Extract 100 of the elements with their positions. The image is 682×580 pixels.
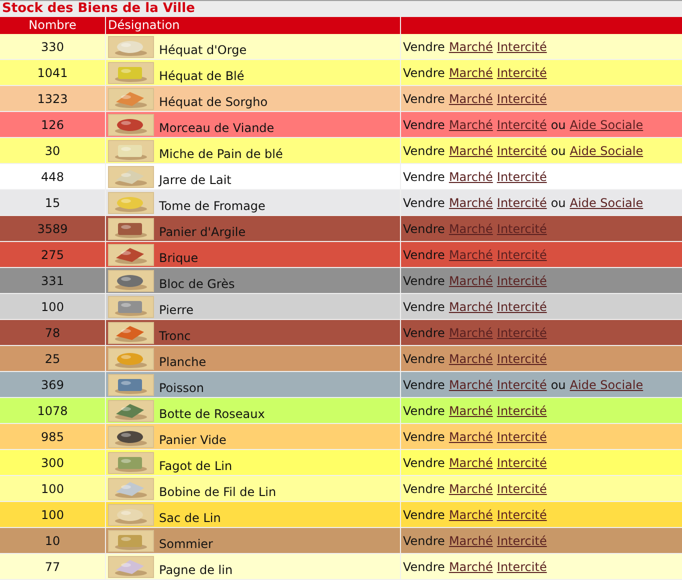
count-cell: 330 [0,34,105,59]
action-text: Vendre [403,456,445,470]
action-text: ou [550,118,566,132]
action-link[interactable]: Intercité [496,118,547,132]
action-text: Vendre [403,482,445,496]
action-link[interactable]: Aide Sociale [570,196,644,210]
count-cell: 126 [0,112,105,137]
page-title: Stock des Biens de la Ville [1,1,196,17]
action-link[interactable]: Intercité [496,66,547,80]
action-link[interactable]: Intercité [496,170,547,184]
action-text: Vendre [403,92,445,106]
action-link[interactable]: Marché [448,508,493,522]
action-link[interactable]: Intercité [496,144,547,158]
count-cell: 78 [0,320,105,345]
item-name: Tronc [159,328,191,342]
count-cell: 1323 [0,86,105,111]
action-link[interactable]: Marché [448,40,493,54]
action-link[interactable]: Marché [448,66,493,80]
action-text: ou [550,196,566,210]
item-name: Botte de Roseaux [159,406,265,420]
action-link[interactable]: Intercité [496,534,547,548]
action-link[interactable]: Intercité [496,482,547,496]
item-name: Fagot de Lin [159,458,232,472]
item-name: Sac de Lin [159,510,221,524]
action-link[interactable]: Intercité [496,196,547,210]
action-link[interactable]: Marché [448,534,493,548]
item-name: Miche de Pain de blé [159,146,283,160]
action-link[interactable]: Marché [448,118,493,132]
action-link[interactable]: Marché [448,430,493,444]
action-link[interactable]: Marché [448,456,493,470]
action-link[interactable]: Marché [448,144,493,158]
action-link[interactable]: Intercité [496,560,547,574]
count-cell: 100 [0,294,105,319]
action-link[interactable]: Marché [448,300,493,314]
item-name: Brique [159,250,198,264]
action-link[interactable]: Marché [448,352,493,366]
item-name: Tome de Fromage [159,198,266,212]
count-cell: 448 [0,164,105,189]
item-name: Pierre [159,302,194,316]
count-cell: 1041 [0,60,105,85]
column-header: Nombre [0,17,105,34]
count-cell: 77 [0,554,105,579]
action-text: Vendre [403,404,445,418]
action-link[interactable]: Intercité [496,508,547,522]
item-name: Poisson [159,380,204,394]
action-text: Vendre [403,430,445,444]
action-link[interactable]: Intercité [496,404,547,418]
action-text: Vendre [403,170,445,184]
action-link[interactable]: Marché [448,170,493,184]
count-cell: 985 [0,424,105,449]
action-text: Vendre [403,196,445,210]
count-cell: 10 [0,528,105,553]
action-link[interactable]: Marché [448,482,493,496]
action-text: Vendre [403,326,445,340]
action-text: Vendre [403,118,445,132]
action-link[interactable]: Intercité [496,378,547,392]
count-cell: 15 [0,190,105,215]
action-link[interactable]: Intercité [496,40,547,54]
count-cell: 331 [0,268,105,293]
action-link[interactable]: Marché [448,404,493,418]
count-cell: 1078 [0,398,105,423]
action-text: Vendre [403,40,445,54]
count-cell: 30 [0,138,105,163]
action-link[interactable]: Aide Sociale [570,378,644,392]
count-cell: 25 [0,346,105,371]
action-text: ou [550,378,566,392]
action-link[interactable]: Intercité [496,274,547,288]
item-name: Pagne de lin [159,562,233,576]
action-link[interactable]: Marché [448,92,493,106]
action-text: Vendre [403,300,445,314]
action-text: Vendre [403,560,445,574]
item-name: Panier Vide [159,432,226,446]
action-link[interactable]: Marché [448,274,493,288]
action-link[interactable]: Marché [448,378,493,392]
count-cell: 100 [0,502,105,527]
action-text: Vendre [403,534,445,548]
action-link[interactable]: Intercité [496,352,547,366]
action-text: Vendre [403,144,445,158]
item-name: Morceau de Viande [159,120,274,134]
action-link[interactable]: Intercité [496,300,547,314]
action-text: Vendre [403,352,445,366]
action-text: Vendre [403,66,445,80]
action-link[interactable]: Intercité [496,456,547,470]
count-cell: 369 [0,372,105,397]
action-link[interactable]: Intercité [496,92,547,106]
action-text: Vendre [403,274,445,288]
item-name: Héquat de Sorgho [159,94,268,108]
action-link[interactable]: Aide Sociale [570,144,644,158]
count-cell: 100 [0,476,105,501]
action-link[interactable]: Marché [448,196,493,210]
action-link[interactable]: Intercité [496,430,547,444]
item-name: Héquat de Blé [159,68,244,82]
item-name: Panier d'Argile [159,224,246,238]
action-link[interactable]: Marché [448,560,493,574]
item-name: Jarre de Lait [159,172,232,186]
column-header: Désignation [106,17,400,34]
item-name: Héquat d'Orge [159,42,247,56]
item-name: Bobine de Fil de Lin [159,484,276,498]
count-cell: 3589 [0,216,105,241]
action-link[interactable]: Aide Sociale [570,118,644,132]
